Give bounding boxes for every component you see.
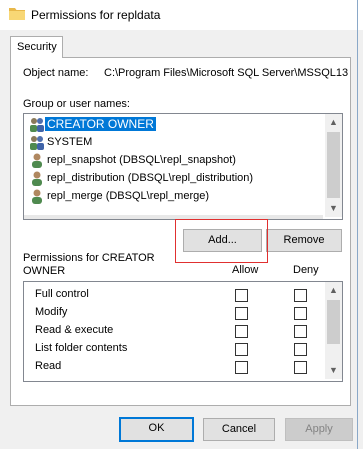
user-icon [32,189,42,204]
list-item-label: repl_distribution (DBSQL\repl_distributi… [47,172,254,184]
list-item-label: CREATOR OWNER [45,117,156,131]
object-name-value: C:\Program Files\Microsoft SQL Server\MS… [104,67,348,79]
allow-column-header: Allow [232,264,259,276]
group-users-list[interactable]: CREATOR OWNER SYSTEM repl_snapshot (DBSQ… [23,113,343,220]
tab-security[interactable]: Security [10,36,63,58]
permissions-list: Full control Modify Read & execute List … [23,281,343,382]
permissions-label: Permissions for CREATOR OWNER [23,252,155,277]
group-users-label: Group or user names: [23,98,130,110]
permission-row: Modify [24,304,324,322]
allow-checkbox[interactable] [235,307,248,320]
tab-security-label: Security [17,41,57,53]
permission-row: List folder contents [24,340,324,358]
apply-button[interactable]: Apply [285,418,353,441]
window-border [357,0,358,449]
allow-checkbox[interactable] [235,325,248,338]
list-item-label: repl_snapshot (DBSQL\repl_snapshot) [47,154,236,166]
list-item-label: repl_merge (DBSQL\repl_merge) [47,190,210,202]
list-item-creator-owner[interactable]: CREATOR OWNER [27,116,325,133]
list-item-repl-merge[interactable]: repl_merge (DBSQL\repl_merge) [27,188,325,205]
permission-name: List folder contents [35,342,128,354]
user-icon [32,153,42,168]
scroll-thumb[interactable] [327,132,340,198]
list-item-label: SYSTEM [47,136,93,148]
scroll-down-icon[interactable]: ▼ [325,362,342,379]
object-name-label: Object name: [23,67,89,79]
window-title: Permissions for repldata [31,8,161,22]
list-item-repl-distribution[interactable]: repl_distribution (DBSQL\repl_distributi… [27,170,325,187]
scroll-up-icon[interactable]: ▲ [325,114,342,131]
ok-button[interactable]: OK [119,417,194,442]
cancel-button[interactable]: Cancel [203,418,275,441]
scroll-up-icon[interactable]: ▲ [325,282,342,299]
deny-checkbox[interactable] [294,325,307,338]
deny-column-header: Deny [293,264,319,276]
list-item-system[interactable]: SYSTEM [27,134,325,151]
permissions-scrollbar[interactable]: ▲ ▼ [325,282,342,379]
allow-checkbox[interactable] [235,343,248,356]
list-scrollbar[interactable]: ▲ ▼ [325,114,342,217]
permission-row: Full control [24,286,324,304]
remove-button[interactable]: Remove [266,229,342,252]
highlight-annotation-box [175,219,268,263]
allow-checkbox[interactable] [235,361,248,374]
permission-name: Read [35,360,62,372]
permission-name: Read & execute [35,324,114,336]
deny-checkbox[interactable] [294,289,307,302]
deny-checkbox[interactable] [294,343,307,356]
scroll-thumb[interactable] [327,300,340,344]
group-users-icon [30,118,44,132]
deny-checkbox[interactable] [294,307,307,320]
permission-name: Modify [35,306,68,318]
permission-name: Full control [35,288,89,300]
user-icon [32,171,42,186]
scroll-down-icon[interactable]: ▼ [325,200,342,217]
group-users-icon [30,136,44,150]
permission-row: Read & execute [24,322,324,340]
deny-checkbox[interactable] [294,361,307,374]
permission-row: Read [24,358,324,376]
allow-checkbox[interactable] [235,289,248,302]
list-item-repl-snapshot[interactable]: repl_snapshot (DBSQL\repl_snapshot) [27,152,325,169]
folder-icon [9,8,25,20]
list-overflow-edge [24,215,323,219]
